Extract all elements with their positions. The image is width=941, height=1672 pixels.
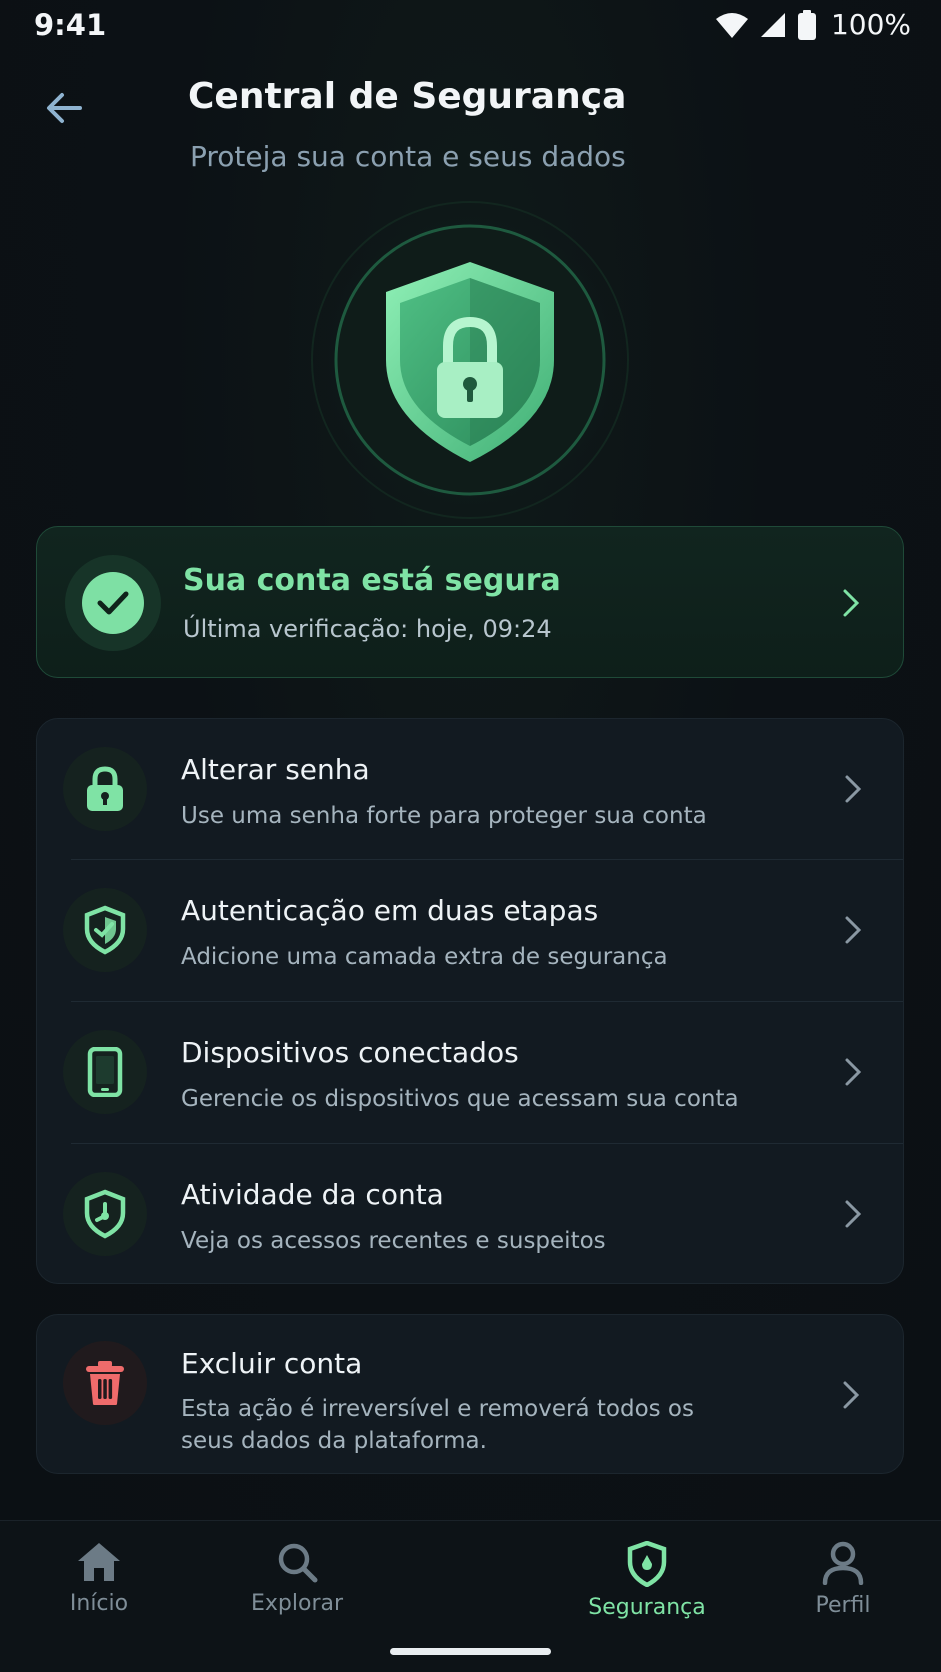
nav-label: Início [69,1591,129,1616]
search-icon [278,1543,318,1583]
delete-title: Excluir conta [181,1347,363,1380]
chevron-right-icon [841,1198,865,1230]
item-icon-container [63,1341,147,1425]
chevron-right-icon [841,1056,865,1088]
nav-item-home[interactable]: Início [24,1541,174,1616]
item-icon-container [63,1172,147,1256]
item-icon-container [63,1030,147,1114]
arrow-left-icon [47,93,82,123]
hero-shield [310,200,630,520]
item-description: Adicione uma camada extra de segurança [181,944,668,970]
smartphone-icon [87,1047,123,1097]
nav-label: Explorar [250,1591,344,1616]
delete-account-card[interactable]: Excluir conta Esta ação é irreversível e… [36,1314,904,1474]
chevron-right-icon [841,914,865,946]
list-item-two-factor-auth[interactable]: Autenticação em duas etapas Adicione uma… [37,860,903,1000]
status-last-check: Última verificação: hoje, 09:24 [183,615,552,643]
status-time: 9:41 [34,8,107,42]
shield-icon [627,1541,667,1587]
security-settings-list: Alterar senha Use uma senha forte para p… [36,718,904,1284]
shield-check-icon [84,905,126,955]
back-button[interactable] [36,80,92,136]
page-subtitle: Proteja sua conta e seus dados [190,140,626,173]
security-center-screen: 9:41 100% Central de Segurança Proteja s… [0,0,941,1672]
account-status-card[interactable]: Sua conta está segura Última verificação… [36,526,904,678]
list-item-account-activity[interactable]: Atividade da conta Veja os acessos recen… [37,1144,903,1283]
item-description: Gerencie os dispositivos que acessam sua… [181,1086,739,1112]
nav-item-explore[interactable]: Explorar [222,1541,372,1616]
item-icon-container [63,888,147,972]
wifi-icon [715,12,748,38]
nav-item-profile[interactable]: Perfil [768,1541,918,1618]
chevron-right-icon [841,773,865,805]
status-indicators: 100% [715,8,911,41]
home-icon [78,1543,120,1581]
nav-label: Perfil [815,1593,871,1618]
shield-lock-icon [310,200,630,520]
battery-percentage: 100% [830,8,911,41]
status-check-container [65,555,161,651]
battery-icon [797,9,816,40]
signal-icon [760,12,785,37]
shield-clock-icon [84,1189,126,1239]
home-indicator[interactable] [390,1648,551,1655]
item-title: Alterar senha [181,753,370,786]
chevron-right-icon [839,1379,863,1411]
status-bar: 9:41 100% [0,0,941,56]
status-title: Sua conta está segura [183,563,561,598]
item-description: Veja os acessos recentes e suspeitos [181,1228,606,1254]
lock-icon [87,766,123,811]
item-title: Autenticação em duas etapas [181,894,599,927]
item-description: Use uma senha forte para proteger sua co… [181,803,707,829]
item-title: Dispositivos conectados [181,1036,519,1069]
page-title: Central de Segurança [188,76,627,117]
list-item-connected-devices[interactable]: Dispositivos conectados Gerencie os disp… [37,1002,903,1142]
user-icon [822,1541,864,1585]
trash-icon [86,1361,124,1405]
item-title: Atividade da conta [181,1178,444,1211]
list-item-change-password[interactable]: Alterar senha Use uma senha forte para p… [37,719,903,859]
delete-description: Esta ação é irreversível e removerá todo… [181,1396,694,1454]
item-icon-container [63,747,147,831]
nav-item-security[interactable]: Segurança [572,1541,722,1620]
check-circle-icon [82,572,144,634]
chevron-right-icon [839,587,863,619]
nav-label: Segurança [588,1595,706,1620]
